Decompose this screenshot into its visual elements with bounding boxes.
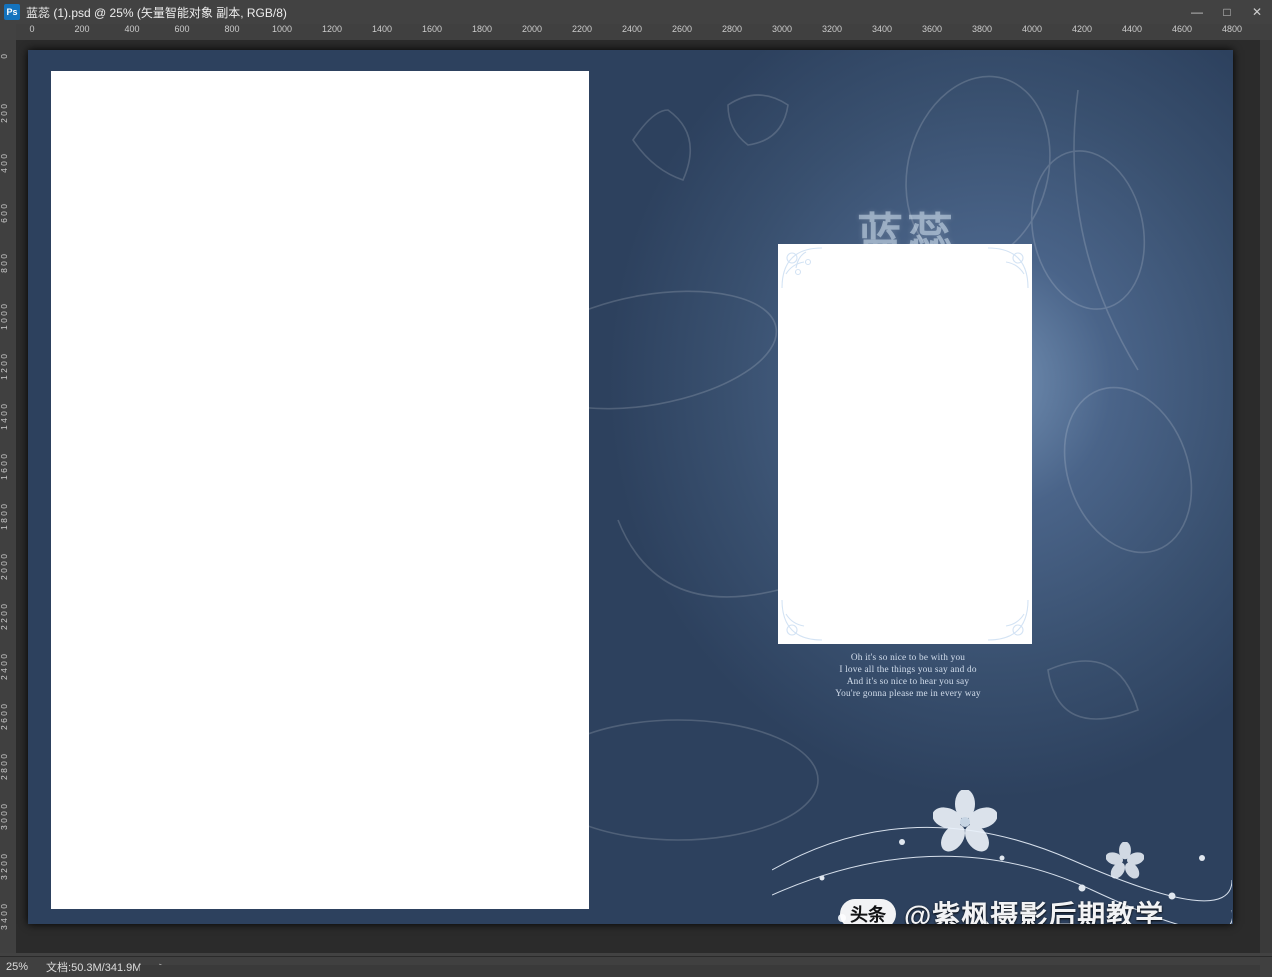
minimize-button[interactable]: —	[1182, 1, 1212, 23]
close-button[interactable]: ✕	[1242, 1, 1272, 23]
ruler-v-tick: 2 4 0 0	[0, 654, 16, 680]
title-bar: Ps 蓝蕊 (1).psd @ 25% (矢量智能对象 副本, RGB/8) —…	[0, 0, 1272, 24]
ruler-h-tick: 2400	[622, 24, 642, 34]
photo-placeholder-framed[interactable]	[778, 244, 1032, 644]
ruler-h-tick: 1200	[322, 24, 342, 34]
ruler-v-tick: 2 8 0 0	[0, 754, 16, 780]
ruler-h-tick: 800	[224, 24, 239, 34]
ruler-v-tick: 1 4 0 0	[0, 404, 16, 430]
ruler-h-tick: 2200	[572, 24, 592, 34]
poem-text: Oh it's so nice to be with you I love al…	[728, 652, 1088, 700]
watermark-badge: 头条	[840, 899, 896, 924]
frame-corner-icon	[778, 244, 826, 292]
ruler-h-tick: 3600	[922, 24, 942, 34]
ruler-horizontal[interactable]: 0 200 400 600 800 1000 1200 1400 1600 1800 2000 220…	[16, 24, 1272, 41]
ruler-h-tick: 4600	[1172, 24, 1192, 34]
ruler-v-tick: 3 4 0 0	[0, 904, 16, 930]
frame-corner-icon	[778, 596, 826, 644]
ruler-h-tick: 3400	[872, 24, 892, 34]
ruler-v-tick: 0	[0, 54, 16, 59]
ruler-v-tick: 2 2 0 0	[0, 604, 16, 630]
ruler-h-tick: 200	[74, 24, 89, 34]
zoom-level[interactable]: 25%	[6, 961, 28, 973]
ruler-h-tick: 4800	[1222, 24, 1242, 34]
ruler-v-tick: 2 0 0	[0, 104, 16, 123]
ruler-h-tick: 4200	[1072, 24, 1092, 34]
ruler-h-tick: 3200	[822, 24, 842, 34]
ruler-h-tick: 2000	[522, 24, 542, 34]
status-bar: 25% 文档:50.3M/341.9M ▶	[0, 956, 1272, 977]
watermark-handle: @紫枫摄影后期教学	[904, 894, 1164, 924]
ruler-v-tick: 3 0 0 0	[0, 804, 16, 830]
ruler-v-tick: 3 2 0 0	[0, 854, 16, 880]
ruler-h-tick: 3000	[772, 24, 792, 34]
ruler-v-tick: 1 2 0 0	[0, 354, 16, 380]
ruler-h-tick: 600	[174, 24, 189, 34]
ruler-v-tick: 1 8 0 0	[0, 504, 16, 530]
ruler-v-tick: 6 0 0	[0, 204, 16, 223]
document-size: 文档:50.3M/341.9M	[46, 959, 141, 975]
app-badge-ps-icon: Ps	[4, 4, 20, 20]
scrollbar-vertical[interactable]	[1260, 40, 1272, 953]
ruler-h-tick: 1400	[372, 24, 392, 34]
ruler-h-tick: 2800	[722, 24, 742, 34]
ruler-h-tick: 3800	[972, 24, 992, 34]
maximize-button[interactable]: □	[1212, 1, 1242, 23]
document-artwork[interactable]: 蓝蕊	[28, 50, 1233, 924]
canvas-viewport[interactable]: 蓝蕊	[16, 40, 1272, 953]
ruler-h-tick: 400	[124, 24, 139, 34]
ruler-v-tick: 2 6 0 0	[0, 704, 16, 730]
ruler-h-tick: 0	[29, 24, 34, 34]
ruler-h-tick: 1000	[272, 24, 292, 34]
frame-corner-icon	[984, 596, 1032, 644]
ruler-v-tick: 1 0 0 0	[0, 304, 16, 330]
ruler-v-tick: 2 0 0 0	[0, 554, 16, 580]
ruler-h-tick: 1800	[472, 24, 492, 34]
ruler-h-tick: 1600	[422, 24, 442, 34]
ruler-h-tick: 4400	[1122, 24, 1142, 34]
document-title: 蓝蕊 (1).psd @ 25% (矢量智能对象 副本, RGB/8)	[26, 4, 287, 21]
ruler-v-tick: 4 0 0	[0, 154, 16, 173]
ruler-h-tick: 2600	[672, 24, 692, 34]
photo-placeholder-large[interactable]	[51, 71, 589, 909]
scrollbar-horizontal[interactable]	[140, 965, 1260, 977]
ruler-h-tick: 4000	[1022, 24, 1042, 34]
frame-corner-icon	[984, 244, 1032, 292]
watermark: 头条 @紫枫摄影后期教学	[840, 894, 1164, 924]
window-controls: — □ ✕	[1182, 1, 1272, 23]
ruler-v-tick: 1 6 0 0	[0, 454, 16, 480]
ruler-v-tick: 8 0 0	[0, 254, 16, 273]
ruler-vertical[interactable]: 0 2 0 0 4 0 0 6 0 0 8 0 0 1 0 0 0 1 2 0 0 1 4 0…	[0, 40, 17, 953]
